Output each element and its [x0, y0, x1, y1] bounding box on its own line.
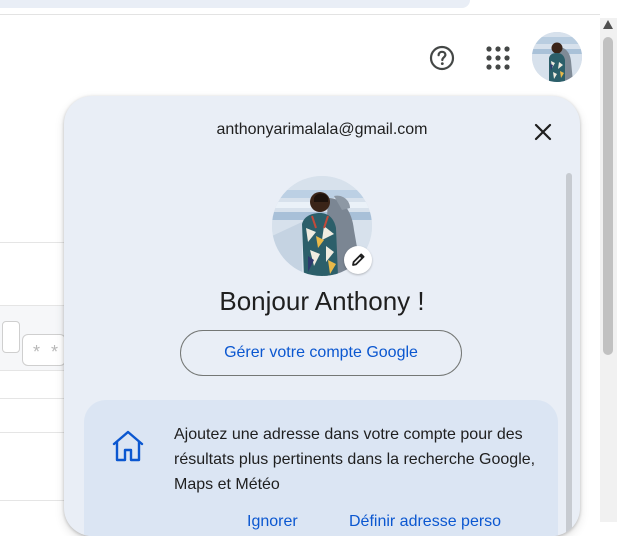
page-divider: [0, 242, 64, 243]
header-divider: [0, 14, 600, 15]
page-divider: [0, 500, 64, 501]
panel-scrollbar[interactable]: [566, 173, 572, 536]
top-strip: [0, 0, 470, 8]
help-button[interactable]: [429, 45, 455, 71]
close-icon: [534, 123, 552, 141]
page-divider: [0, 398, 64, 399]
apps-grid-icon: [486, 46, 510, 70]
scroll-up-arrow-icon[interactable]: [603, 20, 613, 29]
profile-photo: [532, 32, 582, 82]
ignore-button[interactable]: Ignorer: [247, 513, 298, 531]
page-input-field[interactable]: [2, 321, 20, 353]
account-avatar-button[interactable]: [532, 32, 582, 82]
greeting-text: Bonjour Anthony !: [219, 286, 425, 316]
google-apps-button[interactable]: [484, 44, 512, 72]
page-divider: [0, 432, 64, 433]
scrollbar-thumb[interactable]: [603, 37, 613, 355]
manage-account-button[interactable]: Gérer votre compte Google: [180, 330, 462, 376]
edit-photo-button[interactable]: [344, 246, 372, 274]
account-email: anthonyarimalala@gmail.com: [216, 121, 428, 138]
page-scrollbar[interactable]: [600, 18, 617, 522]
page-password-field[interactable]: * *: [22, 334, 66, 366]
close-button[interactable]: [530, 119, 556, 145]
pencil-icon: [352, 253, 365, 266]
help-circle-icon: [429, 45, 455, 71]
set-home-address-button[interactable]: Définir adresse perso: [349, 513, 501, 531]
add-address-card: Ajoutez une adresse dans votre compte po…: [84, 400, 558, 536]
account-panel: anthonyarimalala@gmail.com Bonjour Antho…: [64, 96, 580, 536]
add-address-text: Ajoutez une adresse dans votre compte po…: [174, 426, 536, 493]
home-icon: [108, 426, 148, 466]
